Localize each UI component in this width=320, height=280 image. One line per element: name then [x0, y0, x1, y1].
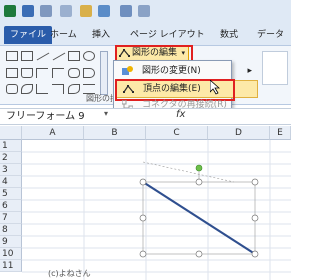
- row-header[interactable]: 6: [0, 200, 22, 212]
- menu-item-label: 図形の変更(N): [142, 66, 201, 76]
- row-header[interactable]: 7: [0, 212, 22, 224]
- print-preview-icon[interactable]: [98, 5, 110, 17]
- column-header-c[interactable]: C: [146, 126, 208, 140]
- row-header[interactable]: 8: [0, 224, 22, 236]
- menu-item-change-shape[interactable]: 図形の変更(N) ▸: [116, 63, 256, 79]
- tab-insert[interactable]: 挿入: [92, 26, 110, 44]
- row-header[interactable]: 3: [0, 164, 22, 176]
- scribble-shape-icon[interactable]: [36, 84, 48, 94]
- excel-app-icon[interactable]: [4, 5, 16, 17]
- credit-text: (c)よねさん: [48, 269, 91, 278]
- resize-handle[interactable]: [139, 178, 147, 186]
- menu-item-edit-points[interactable]: 頂点の編集(E): [115, 79, 258, 101]
- tab-formulas[interactable]: 数式: [220, 26, 238, 44]
- line-shape-icon[interactable]: [36, 52, 50, 61]
- submenu-arrow-icon: ▸: [247, 66, 252, 76]
- undo-icon[interactable]: [40, 5, 52, 17]
- edit-shape-button[interactable]: 図形の編集 ▾: [115, 45, 193, 65]
- tab-file[interactable]: ファイル: [4, 26, 53, 44]
- formula-bar: フリーフォーム 9 ▾ fx: [0, 108, 291, 125]
- block-arrow-shape-icon[interactable]: [68, 68, 80, 78]
- rotation-handle[interactable]: [195, 164, 203, 172]
- column-header-d[interactable]: D: [208, 126, 270, 140]
- tab-page-layout[interactable]: ページ レイアウト: [130, 26, 205, 44]
- resize-handle[interactable]: [251, 178, 259, 186]
- save-icon[interactable]: [22, 5, 34, 17]
- row-header[interactable]: 10: [0, 248, 22, 260]
- curved-shape-icon[interactable]: [6, 84, 18, 94]
- callout-shape-icon[interactable]: [52, 84, 64, 94]
- triangle-shape-icon[interactable]: [21, 68, 33, 78]
- freeform-shape-icon[interactable]: [21, 84, 33, 94]
- redo-icon[interactable]: [60, 5, 72, 17]
- elbow-connector-icon[interactable]: [36, 68, 48, 78]
- resize-handle[interactable]: [195, 178, 203, 186]
- row-header[interactable]: 2: [0, 152, 22, 164]
- shape-style-gallery[interactable]: [262, 51, 288, 85]
- selection-box-top: [142, 161, 235, 183]
- star-shape-icon[interactable]: [68, 84, 80, 94]
- worksheet-grid[interactable]: [22, 140, 291, 280]
- resize-handle[interactable]: [251, 214, 259, 222]
- name-box-dropdown-icon[interactable]: ▾: [104, 109, 108, 118]
- rectangle-shape-icon[interactable]: [68, 51, 80, 61]
- sort-icon[interactable]: [120, 5, 132, 17]
- column-header-a[interactable]: A: [22, 126, 84, 140]
- column-header-b[interactable]: B: [84, 126, 146, 140]
- vertical-textbox-shape-icon[interactable]: [21, 51, 33, 61]
- row-header[interactable]: 9: [0, 236, 22, 248]
- open-icon[interactable]: [80, 5, 92, 17]
- mouse-cursor-icon: [210, 80, 220, 95]
- row-header[interactable]: 4: [0, 176, 22, 188]
- freeform-line[interactable]: [142, 181, 256, 255]
- change-shape-icon: [122, 66, 133, 75]
- oval-shape-icon[interactable]: [83, 51, 95, 61]
- name-box[interactable]: フリーフォーム 9: [2, 110, 102, 123]
- elbow-arrow-connector-icon[interactable]: [52, 68, 64, 78]
- function-icon[interactable]: fx: [176, 109, 185, 120]
- shapes-gallery-scroll[interactable]: [100, 51, 108, 95]
- textbox-shape-icon[interactable]: [6, 51, 18, 61]
- resize-handle[interactable]: [251, 250, 259, 258]
- customize-qat-icon[interactable]: [138, 5, 150, 17]
- tab-data[interactable]: データ: [257, 26, 284, 44]
- row-header[interactable]: 11: [0, 260, 22, 272]
- down-arrow-shape-icon[interactable]: [83, 68, 95, 78]
- tab-home[interactable]: ホーム: [50, 26, 77, 44]
- ribbon-tabs: ファイル ホーム 挿入 ページ レイアウト 数式 データ: [0, 24, 291, 45]
- row-header[interactable]: 5: [0, 188, 22, 200]
- quick-access-toolbar: [0, 0, 291, 24]
- column-header-e[interactable]: E: [270, 126, 291, 140]
- arrow-line-shape-icon[interactable]: [52, 52, 66, 61]
- select-all-corner[interactable]: [0, 126, 22, 140]
- square-shape-icon[interactable]: [6, 68, 18, 78]
- resize-handle[interactable]: [139, 250, 147, 258]
- resize-handle[interactable]: [195, 250, 203, 258]
- resize-handle[interactable]: [139, 214, 147, 222]
- row-header[interactable]: 1: [0, 140, 22, 152]
